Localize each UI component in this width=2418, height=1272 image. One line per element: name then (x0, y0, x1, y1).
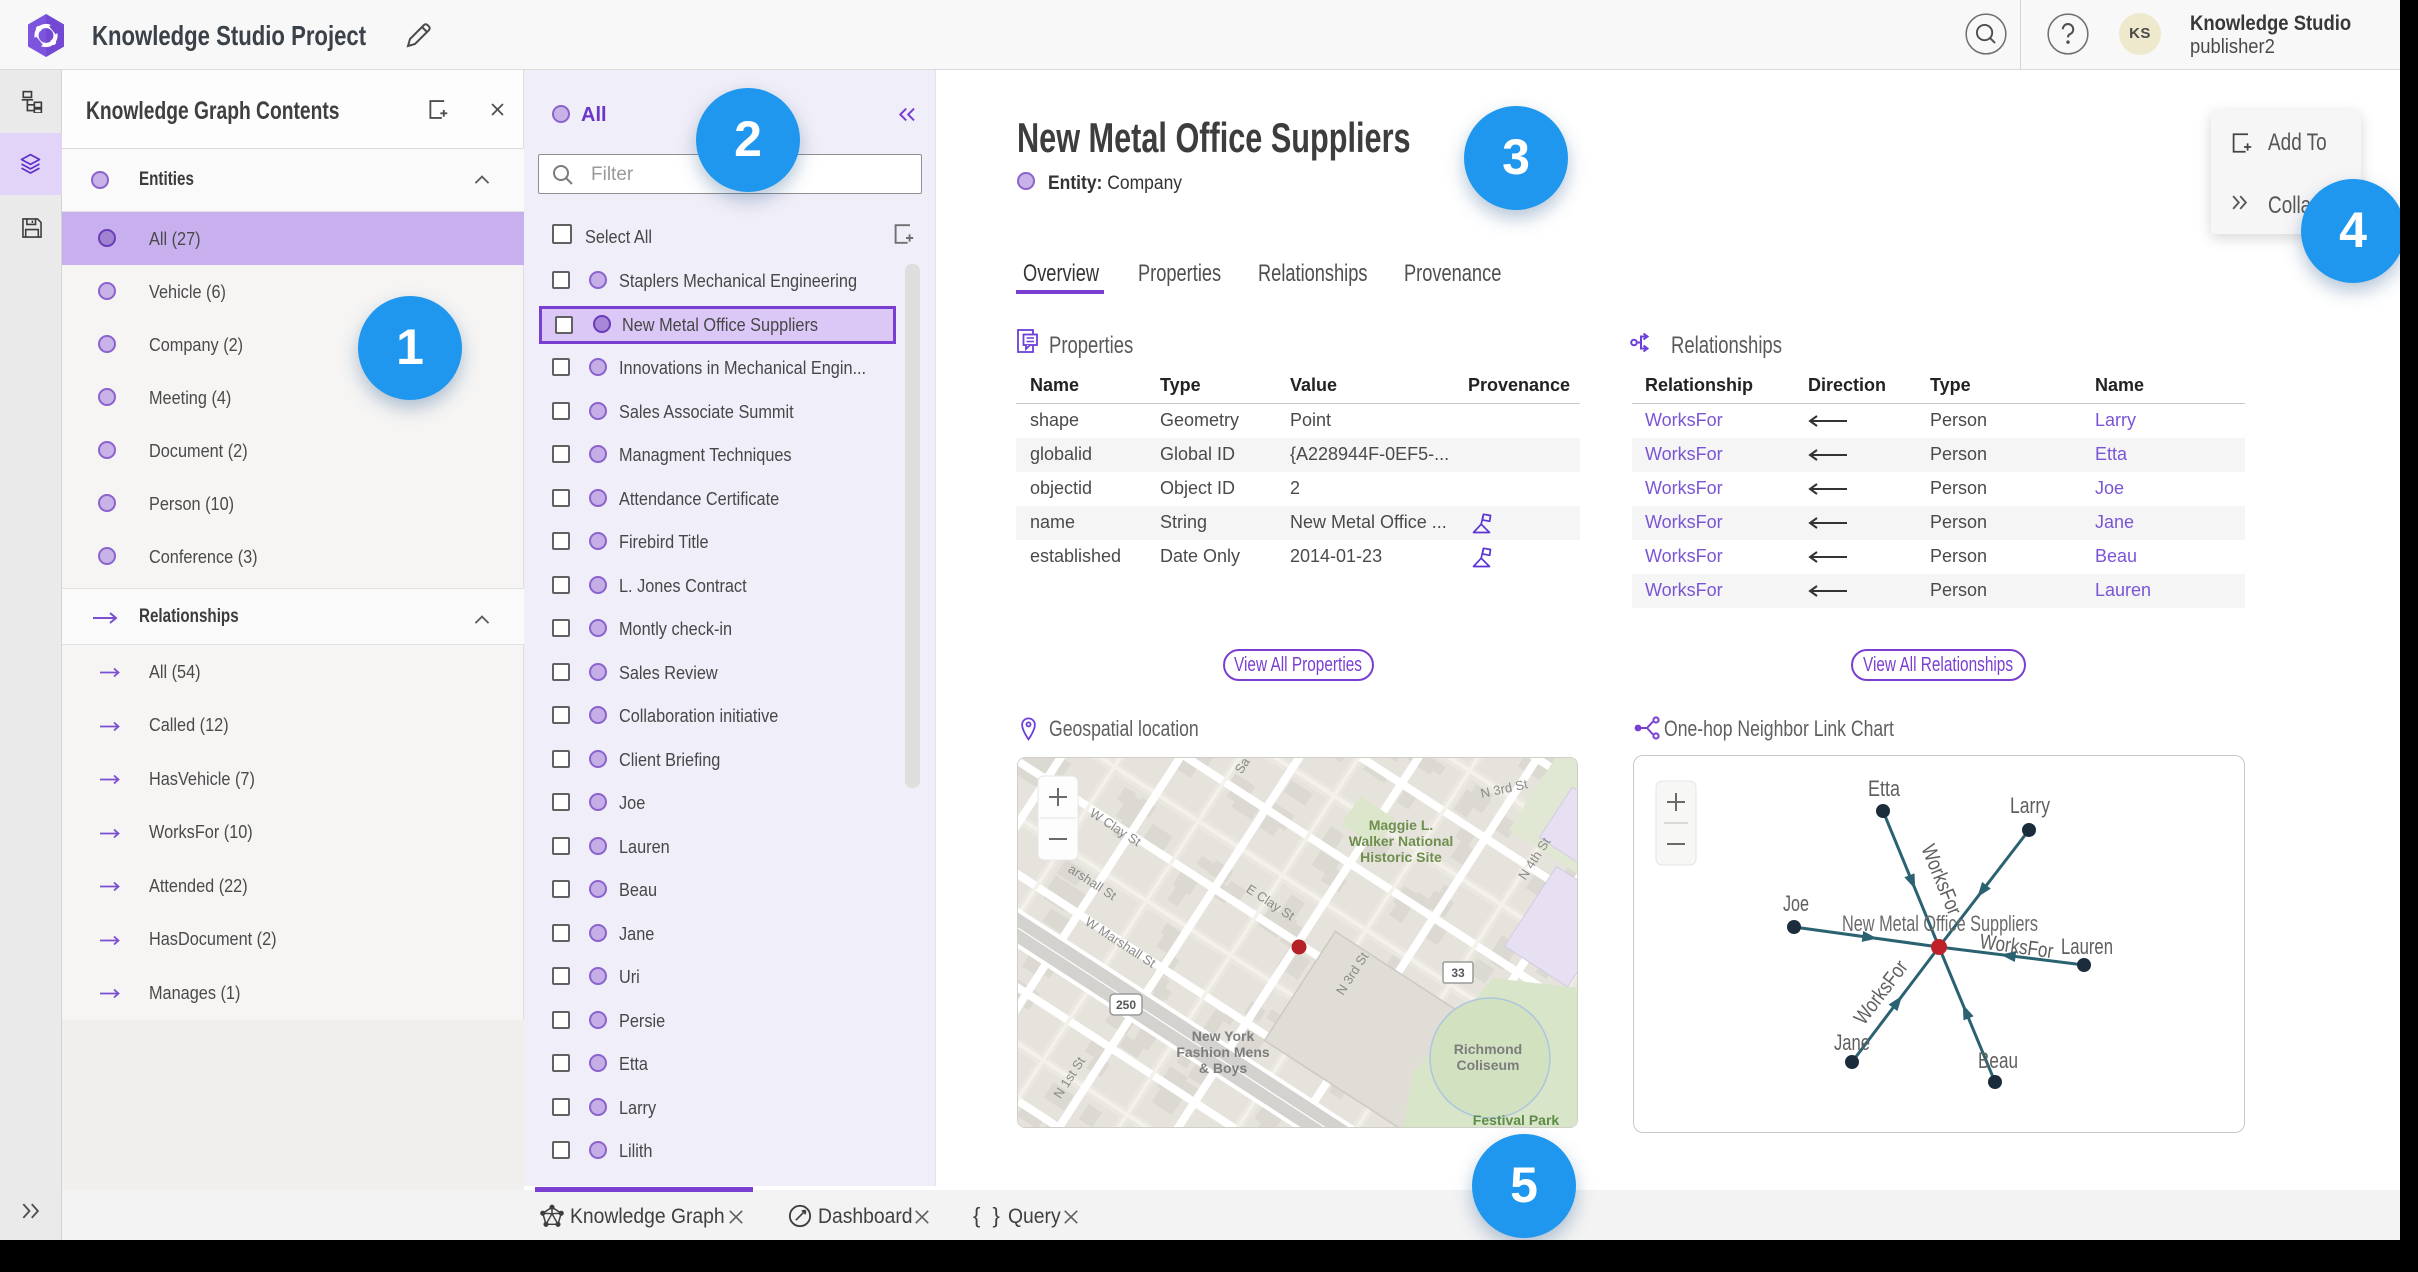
svg-text:Richmond: Richmond (1454, 1041, 1522, 1057)
svg-text:Joe: Joe (1783, 891, 1809, 916)
svg-text:Larry: Larry (2010, 793, 2050, 818)
svg-text:Historic Site: Historic Site (1360, 849, 1442, 865)
svg-text:Fashion Mens: Fashion Mens (1176, 1044, 1270, 1060)
svg-text:33: 33 (1451, 966, 1465, 980)
svg-text:& Boys: & Boys (1199, 1060, 1247, 1076)
svg-text:250: 250 (1116, 998, 1136, 1012)
svg-text:View All Properties: View All Properties (1234, 654, 1362, 676)
svg-text:Walker National: Walker National (1349, 833, 1454, 849)
svg-text:Festival Park: Festival Park (1473, 1112, 1560, 1128)
svg-text:Jane: Jane (1834, 1030, 1870, 1055)
svg-text:Coliseum: Coliseum (1456, 1057, 1519, 1073)
svg-text:View All Relationships: View All Relationships (1863, 654, 2013, 676)
svg-text:New York: New York (1192, 1028, 1255, 1044)
svg-text:WorksFor: WorksFor (1978, 930, 2054, 963)
svg-text:Beau: Beau (1978, 1048, 2018, 1073)
svg-text:Maggie L.: Maggie L. (1369, 817, 1434, 833)
svg-text:Etta: Etta (1868, 776, 1901, 801)
svg-text:New Metal Office Suppliers: New Metal Office Suppliers (1842, 911, 2038, 936)
svg-text:Lauren: Lauren (2061, 934, 2113, 959)
